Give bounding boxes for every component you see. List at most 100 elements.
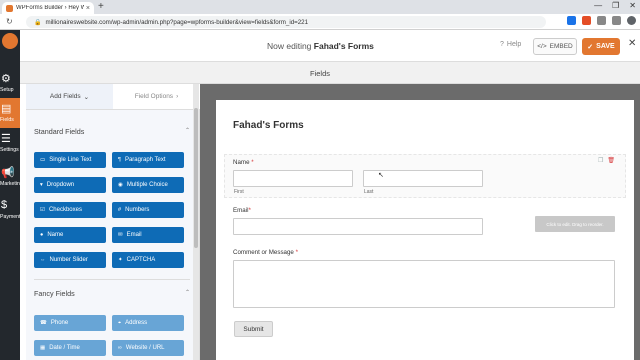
envelope-icon: ✉ [118, 232, 123, 238]
window-controls: — ❐ ✕ [594, 1, 636, 10]
field-button-label: Checkboxes [48, 207, 82, 213]
field-button-label: Date / Time [49, 345, 80, 351]
standard-fields-header[interactable]: Standard Fields ⌃ [34, 127, 190, 136]
field-button-single-line-text[interactable]: ▭ Single Line Text [34, 152, 106, 168]
field-button-label: Email [126, 232, 142, 238]
close-builder-button[interactable]: ✕ [628, 38, 636, 49]
map-pin-icon: ⌖ [118, 319, 122, 326]
field-button-label: CAPTCHA [126, 257, 156, 263]
submit-button[interactable]: Submit [234, 321, 273, 337]
save-label: SAVE [596, 43, 615, 50]
section-divider [34, 279, 190, 280]
calendar-icon: ▦ [40, 345, 46, 351]
help-button[interactable]: ? Help [500, 41, 521, 48]
form-preview: Fahad's Forms ❐ 🗑 Name * First Last ↖ Em… [216, 100, 634, 360]
fancy-fields-header[interactable]: Fancy Fields ⌃ [34, 289, 190, 298]
close-window-icon[interactable]: ✕ [629, 1, 636, 10]
chevron-up-icon: ⌃ [184, 290, 190, 296]
sidebar-scrollbar[interactable] [193, 84, 199, 360]
field-button-name[interactable]: ● Name [34, 227, 106, 243]
extension-icon[interactable] [582, 16, 591, 25]
page-root: WPForms Builder › Hey Wordpre × + — ❐ ✕ … [0, 0, 640, 360]
field-button-captcha[interactable]: ✦ CAPTCHA [112, 252, 184, 268]
extension-icon[interactable] [567, 16, 576, 25]
field-button-checkboxes[interactable]: ☑ Checkboxes [34, 202, 106, 218]
field-button-label: Number Slider [49, 257, 88, 263]
form-title[interactable]: Fahad's Forms [233, 120, 304, 131]
field-button-label: Name [47, 232, 64, 238]
page-title: Now editing Fahad's Forms [267, 41, 374, 51]
profile-avatar[interactable] [627, 16, 636, 25]
field-button-number-slider[interactable]: ⇔ Number Slider [34, 252, 106, 268]
user-icon: ● [40, 232, 44, 238]
field-button-label: Website / URL [125, 345, 165, 351]
wpforms-logo[interactable] [2, 33, 18, 49]
field-button-label: Address [125, 320, 148, 326]
field-button-label: Multiple Choice [126, 182, 168, 188]
field-button-website-url[interactable]: ∞ Website / URL [112, 340, 184, 356]
required-mark: * [248, 207, 251, 214]
message-textarea[interactable] [233, 260, 615, 308]
title-prefix: Now editing [267, 41, 314, 51]
link-icon: ∞ [118, 345, 122, 351]
field-button-phone[interactable]: ☎ Phone [34, 315, 106, 331]
tab-add-fields[interactable]: Add Fields ⌄ [26, 84, 113, 110]
menu-item-label: Settings [0, 147, 19, 153]
tab-close-icon[interactable]: × [86, 5, 90, 12]
field-button-numbers[interactable]: # Numbers [112, 202, 184, 218]
field-button-address[interactable]: ⌖ Address [112, 315, 184, 331]
puzzle-icon[interactable] [612, 16, 621, 25]
checkbox-icon: ☑ [40, 207, 45, 213]
extension-icon[interactable] [597, 16, 606, 25]
label-text: Comment or Message [233, 249, 294, 256]
save-button[interactable]: ✓ SAVE [582, 38, 620, 55]
field-button-label: Phone [50, 320, 69, 326]
email-input[interactable] [233, 218, 483, 235]
menu-item-setup[interactable]: ⚙ Setup [0, 68, 20, 98]
first-sublabel: First [234, 189, 244, 195]
duplicate-icon[interactable]: ❐ [598, 157, 603, 164]
check-icon: ✓ [587, 43, 594, 51]
panel-title: Fields [310, 69, 331, 78]
reload-icon[interactable]: ↻ [6, 17, 13, 26]
field-button-date-time[interactable]: ▦ Date / Time [34, 340, 106, 356]
text-icon: ▭ [40, 157, 46, 163]
embed-button[interactable]: </> EMBED [533, 38, 577, 55]
browser-tab-title: WPForms Builder › Hey Wordpre [16, 5, 84, 11]
minimize-icon[interactable]: — [594, 1, 602, 10]
megaphone-icon: 📢 [1, 167, 15, 179]
tab-label: Field Options [134, 93, 174, 100]
address-bar: ↻ 🔒 millionaireswebsite.com/wp-admin/adm… [0, 14, 640, 30]
scrollbar-thumb[interactable] [194, 108, 198, 248]
required-mark: * [251, 159, 254, 166]
menu-item-label: Marketing [0, 181, 23, 187]
trash-icon[interactable]: 🗑 [607, 157, 615, 164]
field-button-label: Dropdown [46, 182, 75, 188]
embed-label: EMBED [549, 43, 573, 50]
code-icon: </> [537, 43, 547, 50]
sliders-icon: ☰ [1, 133, 11, 145]
message-label: Comment or Message * [233, 249, 298, 256]
captcha-icon: ✦ [118, 257, 123, 263]
mouse-cursor-icon: ↖ [378, 172, 384, 179]
browser-tab[interactable]: WPForms Builder › Hey Wordpre × [2, 2, 94, 14]
maximize-icon[interactable]: ❐ [612, 1, 619, 10]
menu-item-marketing[interactable]: 📢 Marketing [0, 162, 23, 192]
url-field[interactable]: 🔒 millionaireswebsite.com/wp-admin/admin… [26, 16, 546, 28]
menu-item-fields[interactable]: ▤ Fields [0, 98, 20, 128]
first-name-input[interactable] [233, 170, 353, 187]
fields-icon: ▤ [1, 103, 12, 115]
section-title: Fancy Fields [34, 289, 75, 298]
field-actions: ❐ 🗑 [598, 157, 615, 164]
paragraph-icon: ¶ [118, 157, 121, 163]
field-button-multiple-choice[interactable]: ◉ Multiple Choice [112, 177, 184, 193]
field-button-email[interactable]: ✉ Email [112, 227, 184, 243]
phone-icon: ☎ [40, 320, 47, 326]
field-button-dropdown[interactable]: ▾ Dropdown [34, 177, 106, 193]
tab-field-options[interactable]: Field Options › [113, 84, 200, 110]
menu-item-settings[interactable]: ☰ Settings [0, 128, 20, 158]
menu-item-payments[interactable]: $ Payments [0, 195, 23, 225]
new-tab-button[interactable]: + [98, 1, 104, 12]
required-mark: * [295, 249, 299, 256]
field-button-paragraph-text[interactable]: ¶ Paragraph Text [112, 152, 184, 168]
